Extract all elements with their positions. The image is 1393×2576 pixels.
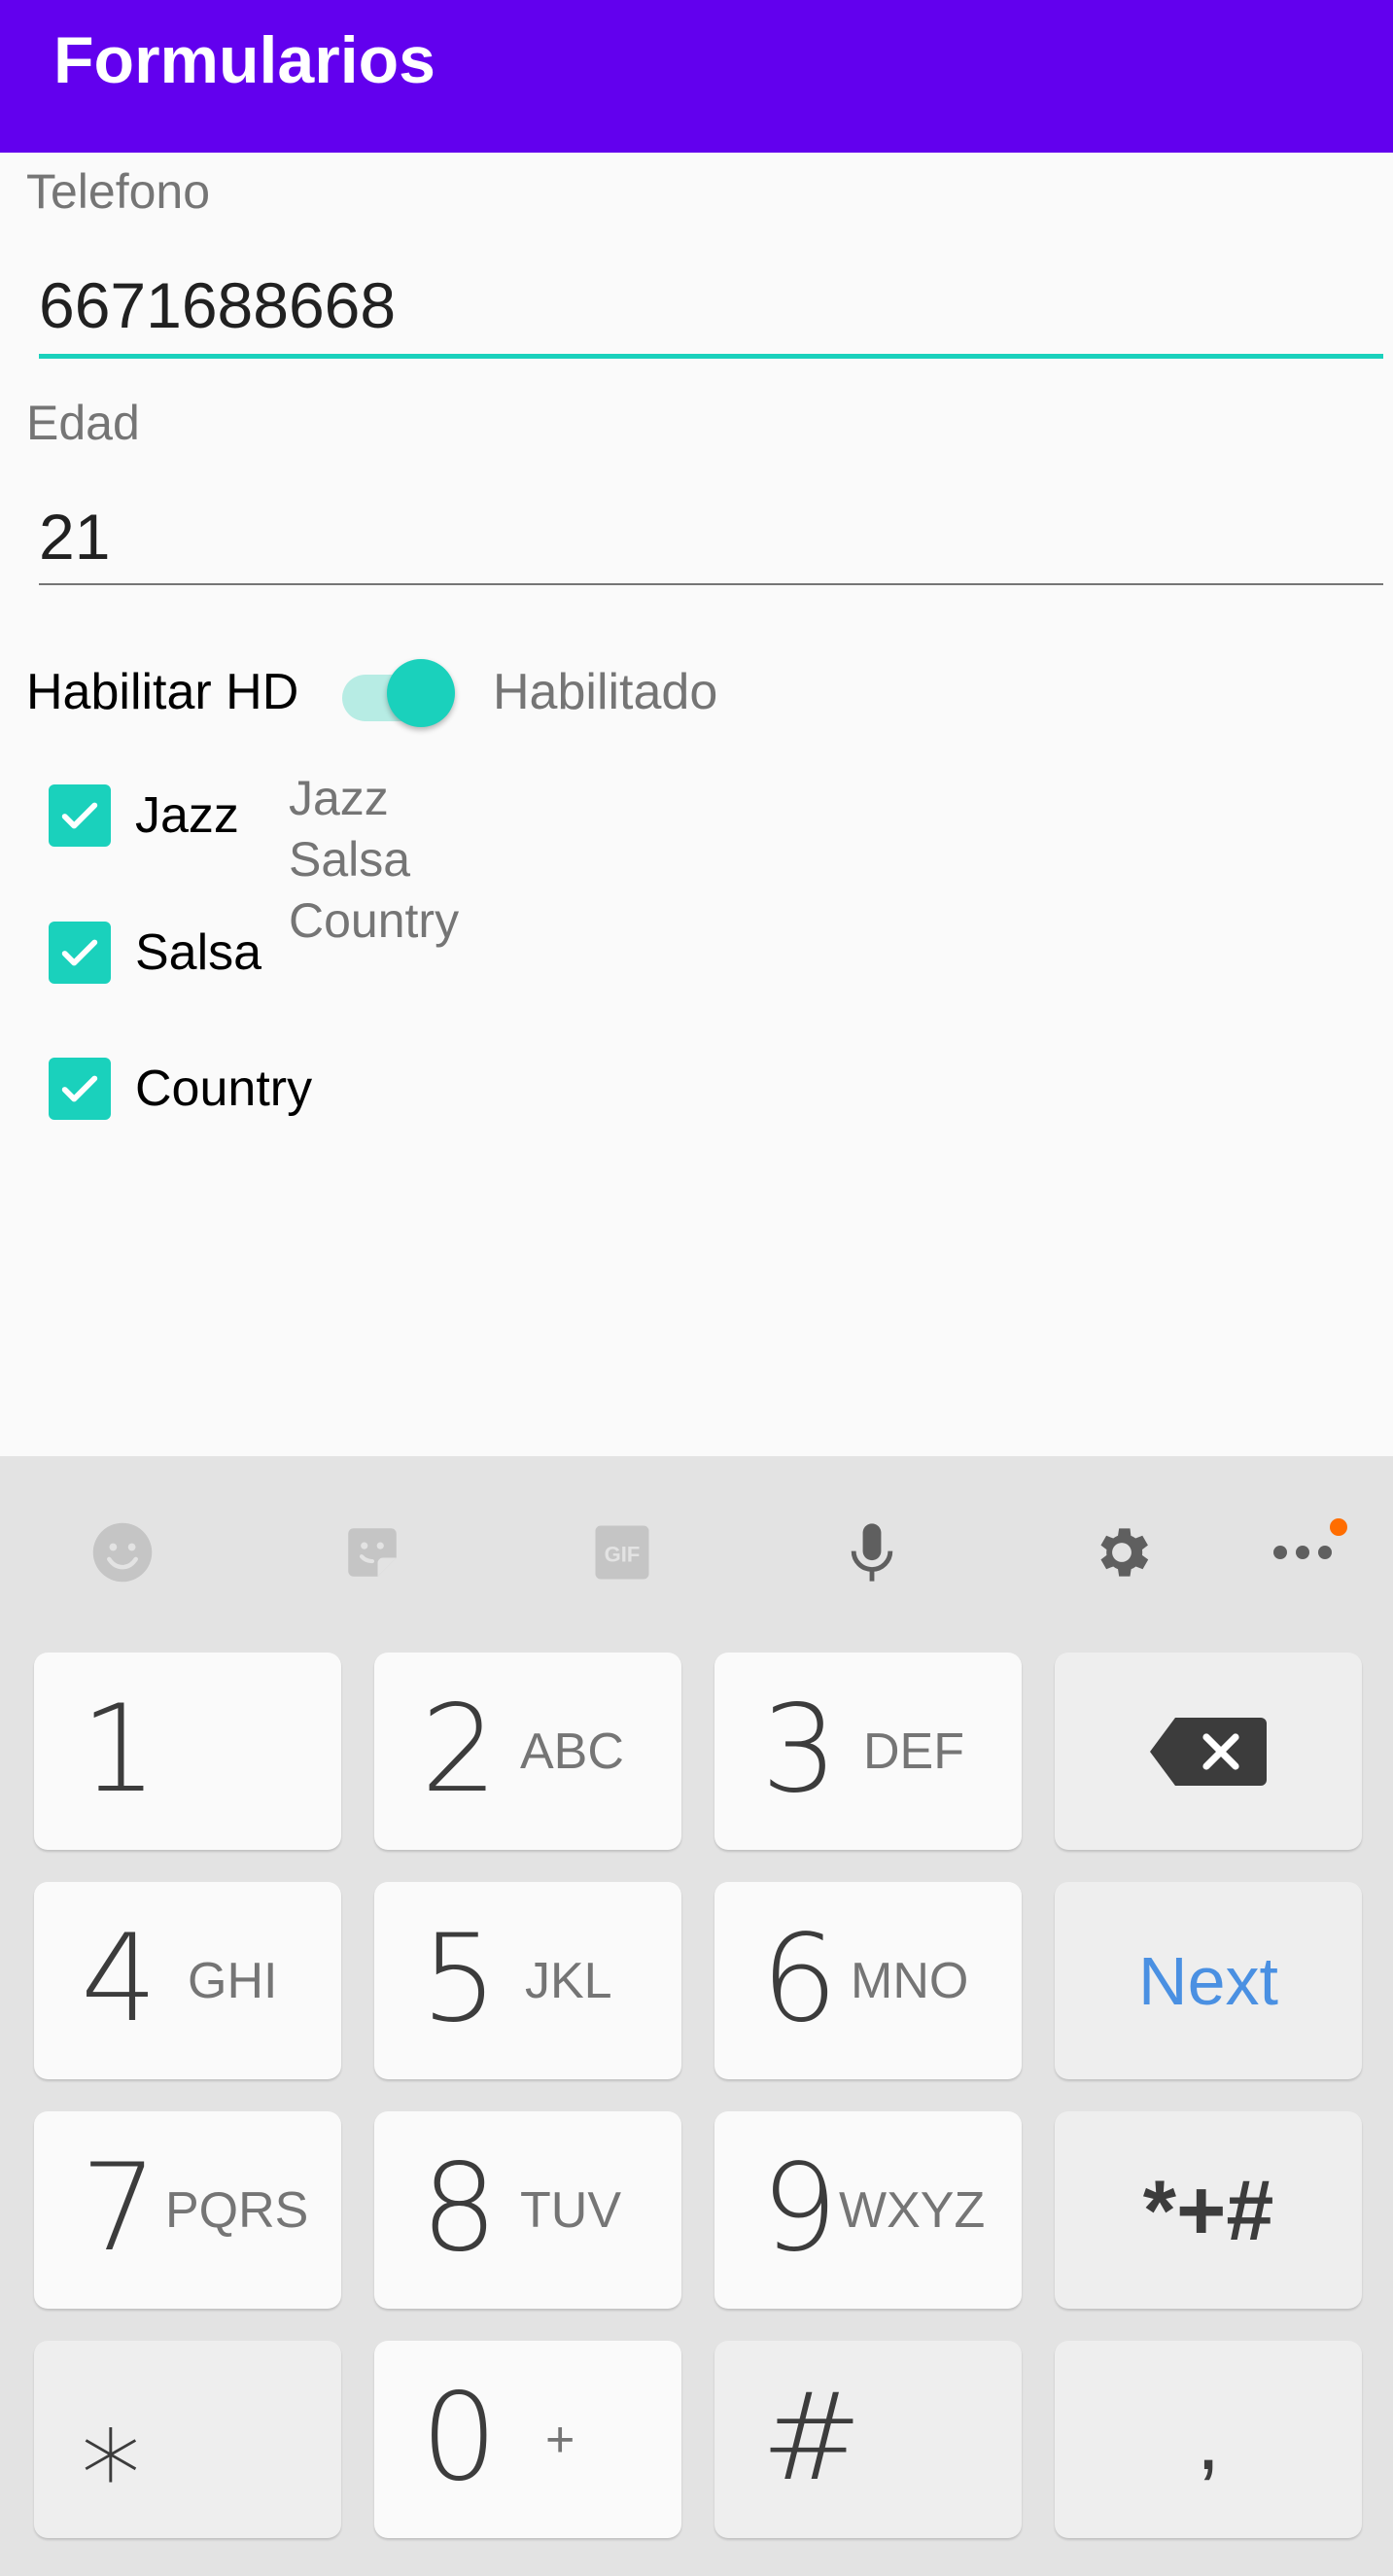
edad-underline bbox=[39, 583, 1383, 585]
key-letters: JKL bbox=[525, 1953, 612, 2009]
key-comma[interactable]: , bbox=[1055, 2341, 1362, 2538]
key-digit: 1 bbox=[81, 1680, 157, 1820]
hd-switch-label: Habilitar HD bbox=[26, 664, 299, 720]
key-digit: 0 bbox=[421, 2368, 498, 2508]
selected-genres-text: Jazz Salsa Country bbox=[289, 768, 459, 952]
checkbox-label-salsa: Salsa bbox=[135, 924, 262, 981]
hd-switch[interactable] bbox=[342, 653, 459, 731]
hd-state-text: Habilitado bbox=[493, 664, 718, 720]
symbols-key[interactable]: *+# bbox=[1055, 2111, 1362, 2309]
backspace-icon bbox=[1055, 1653, 1362, 1850]
mic-icon[interactable] bbox=[838, 1518, 906, 1586]
key-digit: 3 bbox=[761, 1680, 838, 1820]
checkbox-label-jazz: Jazz bbox=[135, 787, 239, 844]
checkbox-checked-icon bbox=[49, 784, 111, 847]
edad-input[interactable]: 21 bbox=[39, 498, 110, 575]
sticker-icon[interactable] bbox=[338, 1518, 406, 1586]
telefono-underline bbox=[39, 354, 1383, 359]
app-bar: Formularios bbox=[0, 0, 1393, 153]
selected-item: Country bbox=[289, 893, 460, 948]
key-digit: 5 bbox=[421, 1909, 498, 2049]
key-symbol: ⁎ bbox=[81, 2368, 141, 2508]
telefono-input[interactable]: 6671688668 bbox=[39, 266, 396, 344]
key-letters: DEF bbox=[863, 1723, 964, 1780]
checkbox-jazz[interactable]: Jazz bbox=[49, 777, 239, 854]
selected-item: Salsa bbox=[289, 832, 411, 887]
notification-dot bbox=[1330, 1518, 1347, 1536]
key-4[interactable]: 4 GHI bbox=[34, 1882, 341, 2079]
checkbox-country[interactable]: Country bbox=[49, 1050, 312, 1128]
next-key[interactable]: Next bbox=[1055, 1882, 1362, 2079]
key-digit: 9 bbox=[761, 2139, 838, 2279]
key-symbol: # bbox=[761, 2368, 862, 2508]
key-5[interactable]: 5 JKL bbox=[374, 1882, 681, 2079]
key-letters: GHI bbox=[188, 1953, 278, 2009]
key-hash[interactable]: # bbox=[714, 2341, 1022, 2538]
key-digit: 2 bbox=[421, 1680, 498, 1820]
checkbox-checked-icon bbox=[49, 1058, 111, 1120]
checkbox-salsa[interactable]: Salsa bbox=[49, 914, 261, 992]
checkbox-label-country: Country bbox=[135, 1061, 313, 1117]
selected-item: Jazz bbox=[289, 771, 389, 825]
key-digit: 8 bbox=[421, 2139, 498, 2279]
comma-label: , bbox=[1196, 2390, 1221, 2488]
gif-icon[interactable]: GIF bbox=[588, 1518, 656, 1586]
key-digit: 7 bbox=[81, 2139, 157, 2279]
settings-icon[interactable] bbox=[1088, 1518, 1156, 1586]
app-title: Formularios bbox=[53, 23, 435, 97]
key-1[interactable]: 1 bbox=[34, 1653, 341, 1850]
checkbox-checked-icon bbox=[49, 922, 111, 984]
key-letters: MNO bbox=[851, 1953, 969, 2009]
key-3[interactable]: 3 DEF bbox=[714, 1653, 1022, 1850]
key-8[interactable]: 8 TUV bbox=[374, 2111, 681, 2309]
key-asterisk[interactable]: ⁎ bbox=[34, 2341, 341, 2538]
key-digit: 4 bbox=[81, 1909, 157, 2049]
more-icon[interactable] bbox=[1269, 1518, 1337, 1586]
key-9[interactable]: 9 WXYZ bbox=[714, 2111, 1022, 2309]
symbols-label: *+# bbox=[1142, 2161, 1274, 2258]
key-0[interactable]: 0 + bbox=[374, 2341, 681, 2538]
telefono-label: Telefono bbox=[26, 164, 211, 219]
key-7[interactable]: 7 PQRS bbox=[34, 2111, 341, 2309]
backspace-key[interactable] bbox=[1055, 1653, 1362, 1850]
key-letters: WXYZ bbox=[839, 2182, 986, 2239]
next-label: Next bbox=[1138, 1942, 1278, 2019]
gif-text: GIF bbox=[605, 1543, 641, 1567]
key-2[interactable]: 2 ABC bbox=[374, 1653, 681, 1850]
switch-thumb bbox=[387, 659, 455, 727]
key-digit: 6 bbox=[761, 1909, 838, 2049]
key-letters: PQRS bbox=[165, 2182, 309, 2239]
key-letters: + bbox=[545, 2412, 575, 2468]
edad-label: Edad bbox=[26, 396, 140, 450]
key-letters: ABC bbox=[520, 1723, 624, 1780]
emoji-icon[interactable] bbox=[88, 1518, 157, 1586]
key-letters: TUV bbox=[520, 2182, 621, 2239]
key-6[interactable]: 6 MNO bbox=[714, 1882, 1022, 2079]
